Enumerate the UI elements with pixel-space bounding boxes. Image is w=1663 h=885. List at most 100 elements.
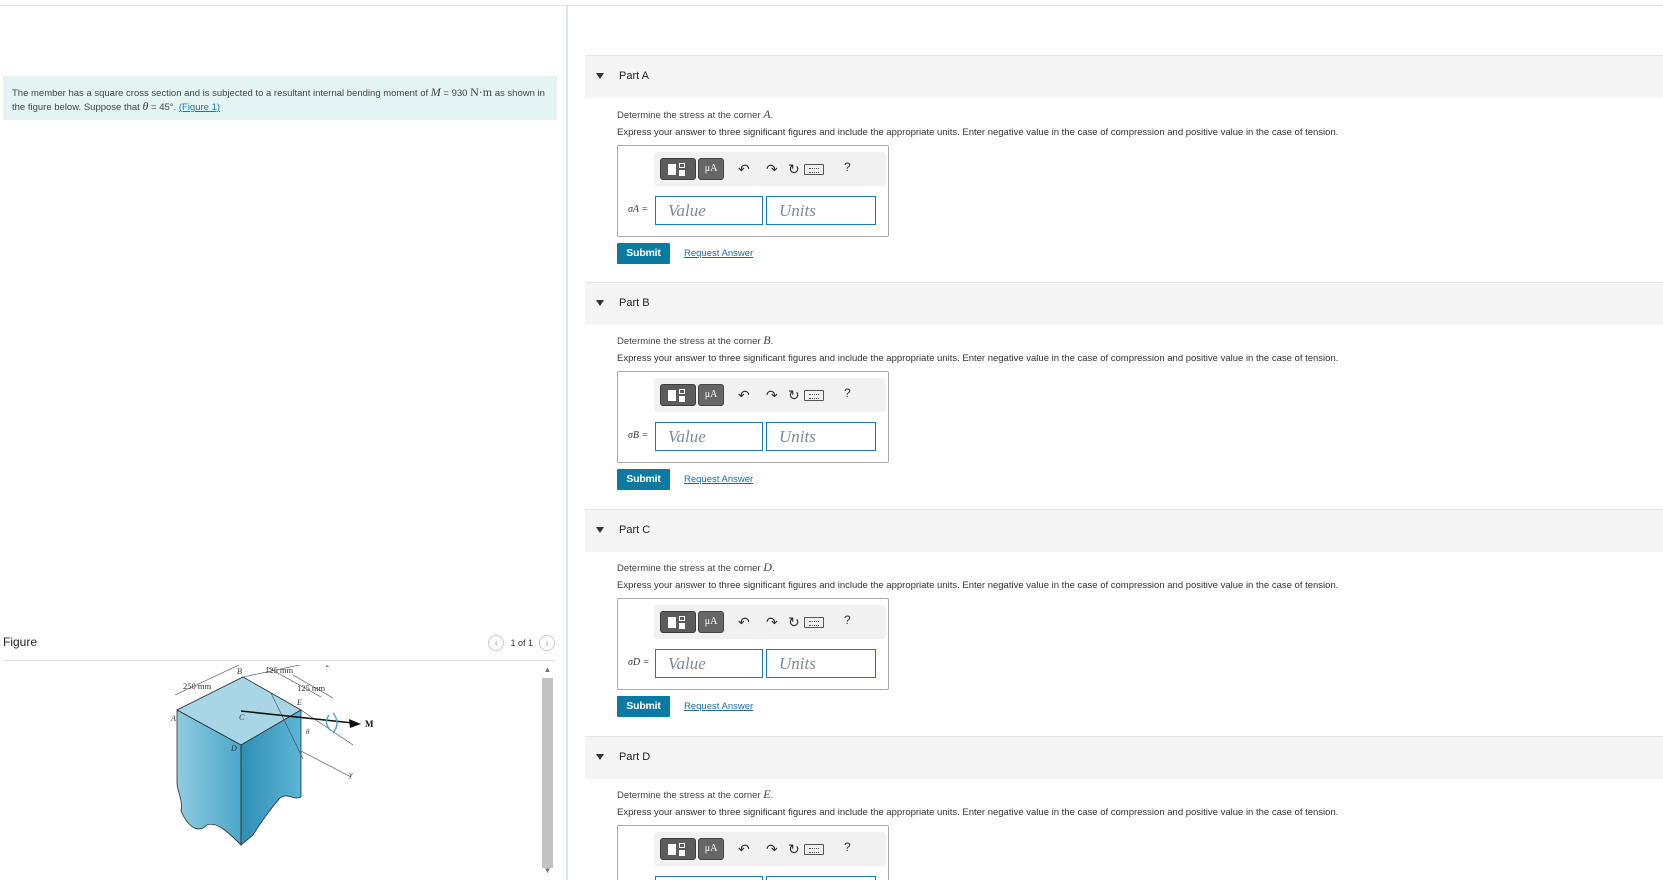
value-input[interactable]: Value (655, 422, 763, 451)
part-a-header[interactable]: Part A (585, 55, 1663, 98)
part-d-question: Determine the stress at the corner E. (617, 787, 773, 802)
templates-icon[interactable] (660, 611, 696, 633)
part-c-instruction: Express your answer to three significant… (617, 580, 1339, 591)
undo-icon[interactable]: ↶ (738, 160, 750, 178)
chevron-left-icon[interactable]: ‹ (488, 635, 505, 651)
part-b-instruction: Express your answer to three significant… (617, 353, 1339, 364)
question-period: . (771, 563, 775, 574)
request-answer-link[interactable]: Request Answer (684, 701, 753, 712)
units-button[interactable]: μA (698, 158, 724, 180)
part-b-answer-box: μA ↶ ↷ ↻ ? σB = Value Units (617, 371, 889, 463)
units-input[interactable]: Units (766, 196, 876, 225)
value-input[interactable]: Value (655, 196, 763, 225)
label-z: z (325, 665, 330, 669)
part-d-title: Part D (619, 751, 651, 763)
reset-icon[interactable]: ↻ (788, 386, 800, 404)
keyboard-icon[interactable] (804, 617, 824, 628)
units-button[interactable]: μA (698, 838, 724, 860)
part-d-header[interactable]: Part D (585, 736, 1663, 779)
reset-icon[interactable]: ↻ (788, 160, 800, 178)
label-y: y (348, 770, 353, 779)
redo-icon[interactable]: ↷ (766, 840, 778, 858)
chevron-right-icon[interactable]: › (539, 635, 555, 651)
part-b: Part B Determine the stress at the corne… (585, 282, 1663, 490)
submit-button[interactable]: Submit (617, 696, 670, 717)
figure-scrollbar[interactable]: ▲ ▼ (538, 662, 556, 880)
caret-down-icon[interactable] (596, 300, 604, 306)
part-d: Part D Determine the stress at the corne… (585, 736, 1663, 880)
submit-button[interactable]: Submit (617, 469, 670, 490)
math-toolbar: μA ↶ ↷ ↻ ? (654, 378, 886, 412)
label-250mm: 250 mm (183, 681, 211, 691)
keyboard-icon[interactable] (804, 164, 824, 175)
moment-value: = 930 (440, 88, 471, 99)
help-button[interactable]: ? (844, 613, 851, 627)
corner-label: A (763, 107, 771, 121)
caret-down-icon[interactable] (596, 527, 604, 533)
part-a-instruction: Express your answer to three significant… (617, 127, 1339, 138)
question-period: . (770, 790, 774, 801)
submit-button[interactable]: Submit (617, 243, 670, 264)
figure-pager: ‹ 1 of 1 › (488, 635, 555, 651)
help-button[interactable]: ? (844, 160, 851, 174)
templates-icon[interactable] (660, 158, 696, 180)
value-input[interactable] (655, 876, 763, 880)
part-b-header[interactable]: Part B (585, 282, 1663, 325)
redo-icon[interactable]: ↷ (766, 613, 778, 631)
figure-image: 250 mm 125 mm 125 mm A B C D E z y M θ (3, 659, 538, 880)
units-input[interactable]: Units (766, 649, 876, 678)
figure-header: Figure ‹ 1 of 1 › (3, 633, 555, 661)
value-input[interactable]: Value (655, 649, 763, 678)
label-B: B (237, 667, 242, 676)
part-d-instruction: Express your answer to three significant… (617, 807, 1339, 818)
scroll-down-icon[interactable]: ▼ (542, 865, 553, 877)
figure-link[interactable]: (Figure 1) (179, 102, 220, 113)
scrollbar-thumb[interactable] (542, 678, 553, 868)
label-A: A (170, 714, 176, 723)
part-d-answer-box: μA ↶ ↷ ↻ ? (617, 825, 889, 880)
part-c: Part C Determine the stress at the corne… (585, 509, 1663, 717)
keyboard-icon[interactable] (804, 844, 824, 855)
moment-unit: N·m (470, 85, 493, 99)
part-a-question: Determine the stress at the corner A. (617, 107, 773, 122)
part-c-title: Part C (619, 524, 651, 536)
sigma-b-label: σB = (628, 430, 649, 441)
undo-icon[interactable]: ↶ (738, 613, 750, 631)
help-button[interactable]: ? (844, 386, 851, 400)
undo-icon[interactable]: ↶ (738, 386, 750, 404)
question-text: Determine the stress at the corner (617, 336, 764, 347)
keyboard-icon[interactable] (804, 390, 824, 401)
help-button[interactable]: ? (844, 840, 851, 854)
units-button[interactable]: μA (698, 384, 724, 406)
question-text: Determine the stress at the corner (617, 110, 764, 121)
templates-icon[interactable] (660, 384, 696, 406)
part-a-actions: Submit Request Answer (617, 243, 753, 264)
request-answer-link[interactable]: Request Answer (684, 474, 753, 485)
reset-icon[interactable]: ↻ (788, 613, 800, 631)
request-answer-link[interactable]: Request Answer (684, 248, 753, 259)
scroll-up-icon[interactable]: ▲ (542, 664, 553, 676)
redo-icon[interactable]: ↷ (766, 160, 778, 178)
reset-icon[interactable]: ↻ (788, 840, 800, 858)
label-theta: θ (306, 728, 310, 736)
caret-down-icon[interactable] (596, 73, 604, 79)
redo-icon[interactable]: ↷ (766, 386, 778, 404)
part-b-question: Determine the stress at the corner B. (617, 333, 773, 348)
pane-divider[interactable] (566, 5, 568, 880)
moment-symbol: M (430, 85, 441, 99)
undo-icon[interactable]: ↶ (738, 840, 750, 858)
math-toolbar: μA ↶ ↷ ↻ ? (654, 605, 886, 639)
question-period: . (770, 110, 774, 121)
caret-down-icon[interactable] (596, 754, 604, 760)
label-E: E (296, 698, 302, 707)
part-a: Part A Determine the stress at the corne… (585, 55, 1663, 264)
templates-icon[interactable] (660, 838, 696, 860)
pager-text: 1 of 1 (510, 638, 533, 648)
units-input[interactable] (766, 876, 876, 880)
corner-label: D (763, 560, 772, 574)
units-button[interactable]: μA (698, 611, 724, 633)
part-c-header[interactable]: Part C (585, 509, 1663, 552)
math-toolbar: μA ↶ ↷ ↻ ? (654, 832, 886, 866)
units-input[interactable]: Units (766, 422, 876, 451)
part-a-title: Part A (619, 70, 649, 82)
